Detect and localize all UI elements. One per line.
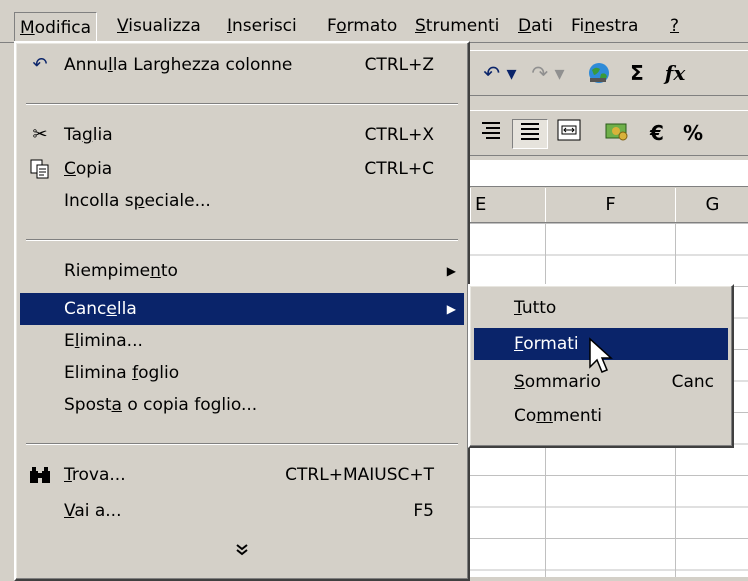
formatting-toolbar: € % bbox=[470, 110, 748, 156]
menu-item-label: Incolla speciale... bbox=[64, 191, 211, 211]
shortcut-label: CTRL+Z bbox=[364, 55, 434, 75]
merge-center-icon[interactable] bbox=[552, 119, 586, 147]
menu-item-label: Copia bbox=[64, 159, 113, 179]
left-edge bbox=[0, 44, 14, 577]
submenu-arrow-icon: ▶ bbox=[446, 264, 456, 278]
menu-item-undo[interactable]: ↶ Annulla Larghezza colonne CTRL+Z bbox=[20, 49, 464, 81]
menu-item-label: Taglia bbox=[64, 125, 113, 145]
menu-separator bbox=[26, 103, 458, 105]
menu-visualizza[interactable]: Visualizza bbox=[112, 13, 206, 39]
redo-icon[interactable]: ↷ ▾ bbox=[526, 59, 570, 87]
shortcut-label: CTRL+MAIUSC+T bbox=[285, 465, 434, 485]
menu-finestra[interactable]: Finestra bbox=[566, 13, 643, 39]
menu-item-label: Riempimento bbox=[64, 261, 178, 281]
menu-inserisci[interactable]: Inserisci bbox=[222, 13, 302, 39]
mouse-cursor-icon bbox=[589, 337, 613, 373]
shortcut-label: Canc bbox=[671, 372, 714, 392]
euro-icon[interactable]: € bbox=[642, 119, 672, 147]
menu-item-label: Sposta o copia foglio... bbox=[64, 395, 258, 415]
formula-bar[interactable] bbox=[470, 160, 748, 187]
menu-bar: Modifica Visualizza Inserisci Formato St… bbox=[0, 0, 748, 43]
menu-item-label: Elimina foglio bbox=[64, 363, 180, 383]
edit-menu: ↶ Annulla Larghezza colonne CTRL+Z ✂ Tag… bbox=[14, 41, 470, 581]
function-icon[interactable]: fx bbox=[658, 59, 692, 87]
menu-item-copy[interactable]: Copia CTRL+C bbox=[20, 153, 464, 185]
expand-menu-chevron-icon[interactable] bbox=[16, 537, 468, 565]
column-header-row: E F G bbox=[470, 188, 748, 223]
menu-item-label: Commenti bbox=[514, 406, 603, 426]
menu-item-paste-special[interactable]: Incolla speciale... bbox=[20, 185, 464, 217]
menu-formato[interactable]: Formato bbox=[322, 13, 402, 39]
percent-icon[interactable]: % bbox=[678, 119, 708, 147]
menu-item-label: Cancella bbox=[64, 299, 137, 319]
justify-icon[interactable] bbox=[512, 119, 548, 149]
binoculars-icon bbox=[26, 459, 54, 496]
menu-item-delete-sheet[interactable]: Elimina foglio bbox=[20, 357, 464, 389]
menu-item-cut[interactable]: ✂ Taglia CTRL+X bbox=[20, 119, 464, 151]
column-header-e[interactable]: E bbox=[470, 188, 546, 222]
menu-dati[interactable]: Dati bbox=[513, 13, 558, 39]
menu-item-label: Formati bbox=[514, 334, 579, 354]
menu-item-label: Trova... bbox=[64, 465, 126, 485]
menu-item-fill[interactable]: Riempimento ▶ bbox=[20, 255, 464, 287]
menu-item-delete[interactable]: Elimina... bbox=[20, 325, 464, 357]
shortcut-label: CTRL+C bbox=[364, 159, 434, 179]
autosum-icon[interactable]: Σ bbox=[622, 59, 652, 87]
shortcut-label: F5 bbox=[413, 501, 434, 521]
shortcut-label: CTRL+X bbox=[364, 125, 434, 145]
menu-modifica[interactable]: Modifica bbox=[14, 12, 98, 43]
column-header-f[interactable]: F bbox=[545, 188, 676, 222]
menu-item-label: Tutto bbox=[514, 298, 557, 318]
menu-item-label: Vai a... bbox=[64, 501, 122, 521]
align-right-icon[interactable] bbox=[474, 119, 508, 147]
submenu-arrow-icon: ▶ bbox=[446, 302, 456, 316]
scissors-icon: ✂ bbox=[32, 124, 48, 145]
standard-toolbar: ↶ ▾ ↷ ▾ Σ fx bbox=[470, 50, 748, 96]
menu-item-goto[interactable]: Vai a... F5 bbox=[20, 495, 464, 527]
submenu-item-comments[interactable]: Commenti bbox=[474, 400, 728, 432]
menu-help[interactable]: ? bbox=[665, 13, 684, 39]
menu-separator bbox=[26, 443, 458, 445]
currency-icon[interactable] bbox=[600, 119, 634, 147]
menu-item-move-copy-sheet[interactable]: Sposta o copia foglio... bbox=[20, 389, 464, 421]
menu-item-label: Elimina... bbox=[64, 331, 143, 351]
column-header-g[interactable]: G bbox=[675, 188, 748, 222]
web-icon[interactable] bbox=[582, 59, 616, 87]
submenu-item-all[interactable]: Tutto bbox=[474, 292, 728, 324]
menu-separator bbox=[26, 239, 458, 241]
menu-item-label: Annulla Larghezza colonne bbox=[64, 55, 293, 75]
menu-strumenti[interactable]: Strumenti bbox=[410, 13, 504, 39]
undo-icon[interactable]: ↶ ▾ bbox=[478, 59, 522, 87]
menu-item-clear[interactable]: Cancella ▶ bbox=[20, 293, 464, 325]
menu-item-find[interactable]: Trova... CTRL+MAIUSC+T bbox=[20, 459, 464, 491]
undo-icon: ↶ bbox=[32, 54, 48, 75]
